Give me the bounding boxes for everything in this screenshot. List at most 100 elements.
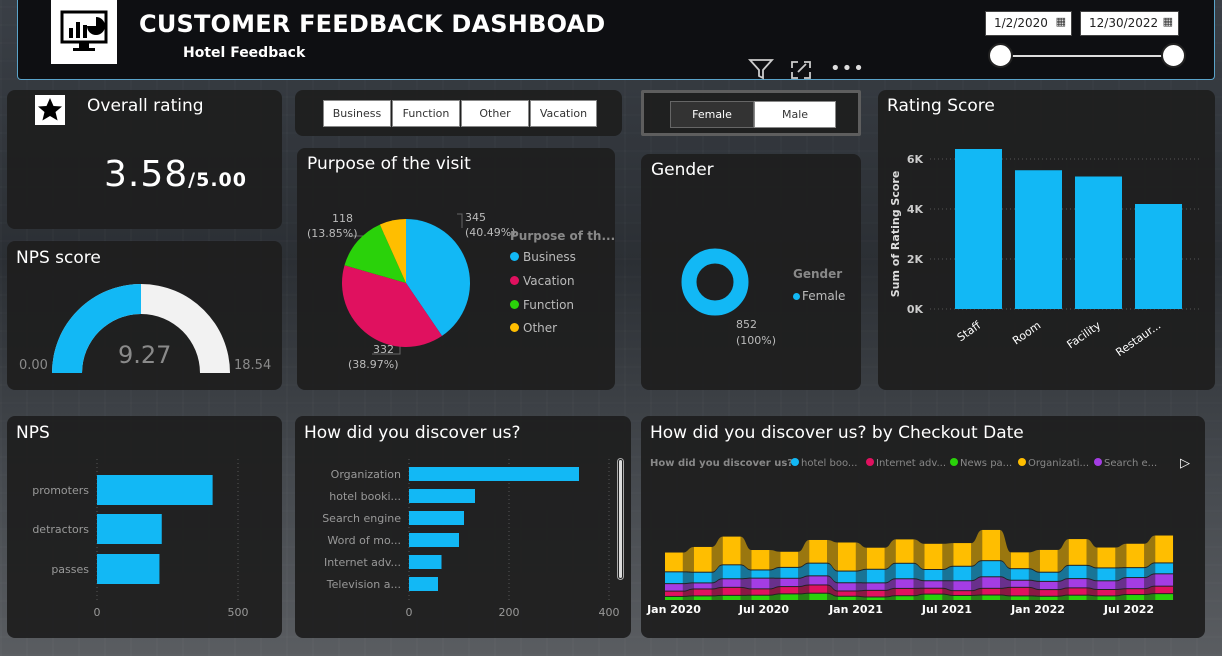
ribbon-bar	[1068, 588, 1087, 595]
ribbon-bar	[809, 563, 828, 576]
y-tick-label: 6K	[907, 153, 924, 166]
ribbon-bar	[924, 543, 943, 569]
ribbon-bar	[1097, 596, 1116, 600]
ribbon-bar	[982, 595, 1001, 600]
slicer-business-button[interactable]: Business	[323, 100, 391, 127]
overall-rating-title: Overall rating	[87, 96, 204, 116]
page-title: CUSTOMER FEEDBACK DASHBOAD	[139, 10, 606, 38]
ribbon-bar	[953, 591, 972, 595]
ribbon-connector	[971, 595, 983, 600]
ribbon-bar	[1011, 596, 1029, 600]
ribbon-connector	[1028, 549, 1040, 572]
ribbon-connector	[682, 596, 694, 600]
date-slider-start-handle[interactable]	[988, 43, 1013, 68]
start-date-input[interactable]: 1/2/2020 ▦	[985, 11, 1072, 36]
ribbon-connector	[855, 569, 867, 583]
legend-vacation[interactable]: Vacation	[510, 274, 575, 288]
ribbon-bar	[1155, 594, 1174, 600]
legend-business[interactable]: Business	[510, 250, 576, 264]
ribbon-bar	[1155, 574, 1174, 586]
ribbon-connector	[1028, 580, 1040, 590]
bar-1	[1015, 170, 1062, 309]
ribbon-connector	[1057, 595, 1069, 600]
ribbon-connector	[769, 567, 781, 578]
discover-bar-3	[409, 533, 459, 547]
slicer-male-button[interactable]: Male	[754, 101, 836, 128]
ribbon-bar	[1011, 587, 1029, 596]
ribbon-connector	[1028, 596, 1040, 600]
ribbon-bar	[895, 563, 914, 579]
ribbon-connector	[942, 543, 954, 569]
ribbon-connector	[798, 585, 810, 594]
x-tick-label: 400	[599, 606, 620, 619]
y-tick-label: Search engine	[322, 512, 401, 525]
ribbon-bar	[1039, 581, 1058, 590]
x-tick-label: 0	[406, 606, 413, 619]
ribbon-connector	[884, 588, 896, 597]
x-tick-label: Jan 2022	[1010, 603, 1065, 616]
x-tick-label: 500	[228, 606, 249, 619]
scrollbar-thumb[interactable]	[619, 460, 622, 578]
ribbon-bar	[809, 576, 828, 585]
ribbon-connector	[1086, 595, 1098, 600]
date-slider-end-handle[interactable]	[1161, 43, 1186, 68]
end-date-input[interactable]: 12/30/2022 ▦	[1080, 11, 1179, 36]
calendar-icon[interactable]: ▦	[1056, 15, 1066, 28]
gender-chart-card: Gender Gender Female 852 (100%)	[641, 154, 861, 390]
nps-bar-1	[97, 514, 162, 544]
overall-rating-card: Overall rating 3.58/5.00	[7, 90, 282, 229]
legend-female[interactable]: Female	[793, 289, 845, 303]
ribbon-bar	[780, 587, 799, 594]
ribbon-connector	[1115, 589, 1127, 596]
ribbon-bar	[1068, 539, 1087, 565]
ribbon-bar	[1039, 596, 1058, 600]
date-slider-track[interactable]	[1000, 55, 1172, 57]
header-bar: CUSTOMER FEEDBACK DASHBOAD Hotel Feedbac…	[17, 0, 1215, 80]
ribbon-bar	[1097, 568, 1116, 581]
ribbon-connector	[942, 594, 954, 600]
donut-label-count: 852	[736, 318, 757, 331]
legend-other[interactable]: Other	[510, 321, 557, 335]
ribbon-bar	[895, 596, 914, 600]
slicer-vacation-button[interactable]: Vacation	[530, 100, 597, 127]
calendar-icon[interactable]: ▦	[1163, 15, 1173, 28]
ribbon-bar	[1039, 590, 1058, 596]
y-tick-label: passes	[51, 563, 89, 576]
ribbon-connector	[740, 595, 752, 600]
discover-bar-2	[409, 511, 464, 525]
ribbon-connector	[855, 590, 867, 597]
ribbon-bar	[1155, 586, 1174, 594]
legend-function[interactable]: Function	[510, 298, 574, 312]
filter-icon[interactable]	[747, 58, 775, 85]
more-options-icon[interactable]: •••	[830, 58, 865, 79]
ribbon-bar	[895, 588, 914, 596]
ribbon-connector	[913, 579, 925, 588]
slicer-function-button[interactable]: Function	[392, 100, 460, 127]
gender-legend-title: Gender	[793, 267, 843, 281]
ribbon-connector	[740, 536, 752, 570]
nps-score-value: 9.27	[118, 341, 172, 369]
ribbon-connector	[798, 539, 810, 567]
slicer-female-button[interactable]: Female	[670, 101, 754, 128]
scrollbar[interactable]	[617, 458, 624, 580]
purpose-chart-card: Purpose of the visit 345 (40.49%) 118 (1…	[297, 148, 615, 390]
ribbon-connector	[1115, 595, 1127, 600]
focus-mode-icon[interactable]	[790, 60, 812, 85]
discover-bar-0	[409, 467, 579, 481]
ribbon-bar	[693, 583, 712, 589]
donut-female-slice	[681, 248, 749, 316]
ribbon-bar	[1011, 552, 1029, 569]
donut-label-pct: (100%)	[736, 334, 777, 347]
ribbon-bar	[866, 547, 885, 569]
slicer-other-button[interactable]: Other	[461, 100, 529, 127]
ribbon-bar	[780, 594, 799, 600]
ribbon-bar	[751, 589, 770, 595]
gauge-max-label: 18.54	[234, 358, 272, 373]
ribbon-bar	[1126, 578, 1145, 589]
ribbon-bar	[866, 583, 885, 590]
ribbon-bar	[1155, 535, 1174, 563]
ribbon-connector	[1144, 535, 1156, 568]
ribbon-bar	[1126, 589, 1145, 595]
discover-chart-card: How did you discover us? 0 200 400 Organiza…	[295, 416, 631, 638]
ribbon-bar	[924, 570, 943, 581]
